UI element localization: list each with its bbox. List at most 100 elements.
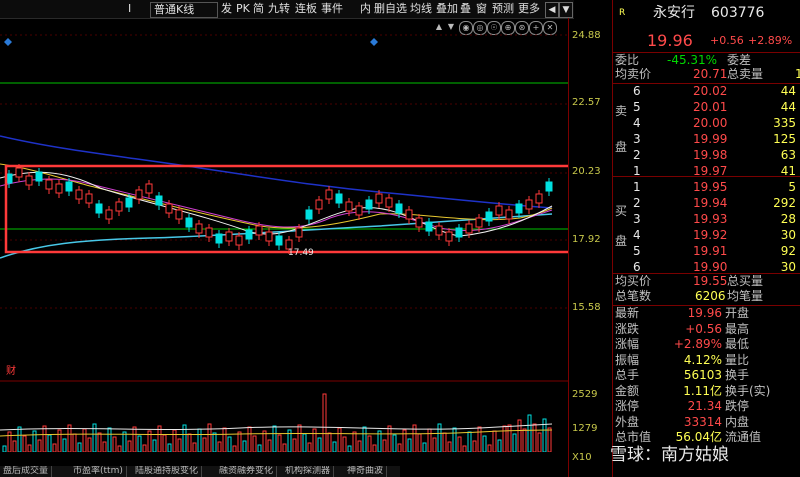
volume-bar	[242, 440, 247, 452]
tab-2[interactable]: 陆股通持股变化	[132, 466, 203, 477]
candle-body	[165, 203, 173, 214]
buy-level-1[interactable]: 1 19.95 5	[615, 180, 800, 195]
candle-body	[465, 223, 473, 234]
volume-bar	[152, 439, 157, 452]
volume-tick-1279: 1279	[572, 423, 598, 434]
volume-bar	[517, 419, 522, 452]
weibi-value: -45.31%	[667, 53, 718, 67]
tab-0[interactable]: 盘后成交量	[0, 466, 53, 477]
volume-bar	[442, 432, 447, 452]
volume-bar	[202, 437, 207, 452]
volume-bar	[87, 437, 92, 452]
volume-bar	[362, 426, 367, 452]
candle-body	[255, 225, 263, 236]
volume-bar	[282, 443, 287, 452]
toolbar-item-stack[interactable]: 叠	[460, 2, 471, 16]
buy-side-label-2: 盘	[615, 234, 628, 248]
stat-label: 振幅	[615, 352, 640, 367]
stat-label: 总手	[615, 368, 640, 382]
toolbar-item-jian[interactable]: 简	[253, 2, 264, 16]
toolbar-item-ma[interactable]: 均线	[410, 2, 432, 16]
stat-label: 最新	[615, 306, 640, 320]
volume-bar	[97, 432, 102, 452]
candle-body	[375, 193, 383, 204]
volume-bar	[47, 434, 52, 452]
prev-arrow-icon[interactable]: ◀	[545, 2, 559, 18]
toolbar-marker[interactable]: Ⅰ	[128, 2, 131, 16]
candle-body	[485, 211, 493, 222]
candle-body	[135, 189, 143, 200]
volume-bar	[212, 432, 217, 452]
toolbar-item-fa[interactable]: 发	[221, 2, 232, 16]
candle-body	[545, 181, 553, 192]
toolbar-item-events[interactable]: 事件	[321, 2, 343, 16]
volume-bar	[37, 439, 42, 452]
toolbar-item-window[interactable]: 窗	[476, 2, 487, 16]
tab-5[interactable]: 神奇曲波	[344, 466, 388, 477]
volume-bar	[302, 433, 307, 452]
volume-bar	[477, 426, 482, 452]
volume-bar	[27, 444, 32, 452]
candle-body	[315, 199, 323, 210]
volume-bar	[17, 426, 22, 452]
avg-bid-label: 均买价	[615, 274, 652, 288]
volume-bar	[457, 436, 462, 452]
candle-body	[195, 223, 203, 234]
toolbar-item-overlay[interactable]: 叠加	[436, 2, 458, 16]
avg-bid-row: 均买价 19.55 总买量	[615, 274, 800, 289]
toolbar-item-lianban[interactable]: 连板	[295, 2, 317, 16]
dropdown-arrow-icon[interactable]: ▼	[559, 2, 573, 18]
sell-level-6[interactable]: 6 20.02 44	[615, 84, 800, 99]
stat-label-2: 开盘	[725, 306, 750, 320]
period-select[interactable]: 普通K线	[150, 2, 218, 18]
volume-tick-2529: 2529	[572, 389, 598, 400]
toolbar-item-more[interactable]: 更多	[518, 2, 540, 16]
watermark: 雪球：南方姑娘	[610, 445, 729, 465]
toolbar-item-pk[interactable]: PK	[236, 2, 250, 16]
toolbar-item-forecast[interactable]: 预测	[492, 2, 514, 16]
kline-chart[interactable]: 17.49 财	[0, 18, 568, 452]
volume-bar	[142, 444, 147, 452]
candle-body	[515, 203, 523, 214]
candle-body	[385, 197, 393, 208]
volume-bar	[192, 442, 197, 452]
axis-tick-2488: 24.88	[572, 30, 601, 41]
candle-body	[215, 233, 223, 244]
volume-bar	[7, 431, 12, 452]
horizontal-gridlines	[0, 34, 568, 309]
candle-body	[355, 205, 363, 216]
tab-3[interactable]: 融资融券变化	[216, 466, 278, 477]
volume-bar	[297, 424, 302, 452]
indicator-tabs: 盘后成交量 市盈率(ttm) 陆股通持股变化 融资融券变化 机构探测器 神奇曲波	[0, 466, 400, 477]
ma-line-yellow	[0, 163, 553, 229]
volume-bar	[167, 443, 172, 452]
toolbar-item-jiuzhuan[interactable]: 九转	[268, 2, 290, 16]
toolbar-item-remove-watchlist[interactable]: 删自选	[374, 2, 407, 16]
stat-label: 涨停	[615, 399, 640, 413]
toolbar-item-nei[interactable]: 内	[360, 2, 371, 16]
volume-bar	[547, 427, 552, 452]
volume-bar	[102, 441, 107, 452]
avg-ask-value: 20.71	[693, 67, 728, 81]
volume-bar	[372, 444, 377, 452]
candle-body	[445, 231, 453, 242]
price-line: 19.96 +0.56 +2.89%	[615, 33, 800, 51]
candle-body	[405, 209, 413, 220]
volume-bar	[92, 423, 97, 452]
volume-bar	[347, 445, 352, 452]
volume-bar	[512, 433, 517, 452]
volume-bar	[537, 432, 542, 452]
volume-bar	[117, 445, 122, 452]
tab-4[interactable]: 机构探测器	[282, 466, 335, 477]
stat-value: 4.12%	[683, 352, 722, 367]
volume-bar	[112, 436, 117, 452]
stat-row: 总手 56103 换手	[615, 368, 800, 383]
volume-bar	[382, 439, 387, 452]
stat-label-2: 流通值	[725, 430, 762, 444]
stat-label: 外盘	[615, 414, 640, 429]
candle-body	[55, 183, 63, 194]
tab-1[interactable]: 市盈率(ttm)	[70, 466, 127, 477]
candle-body	[415, 217, 423, 228]
candle-body	[105, 209, 113, 220]
volume-bar	[72, 433, 77, 452]
